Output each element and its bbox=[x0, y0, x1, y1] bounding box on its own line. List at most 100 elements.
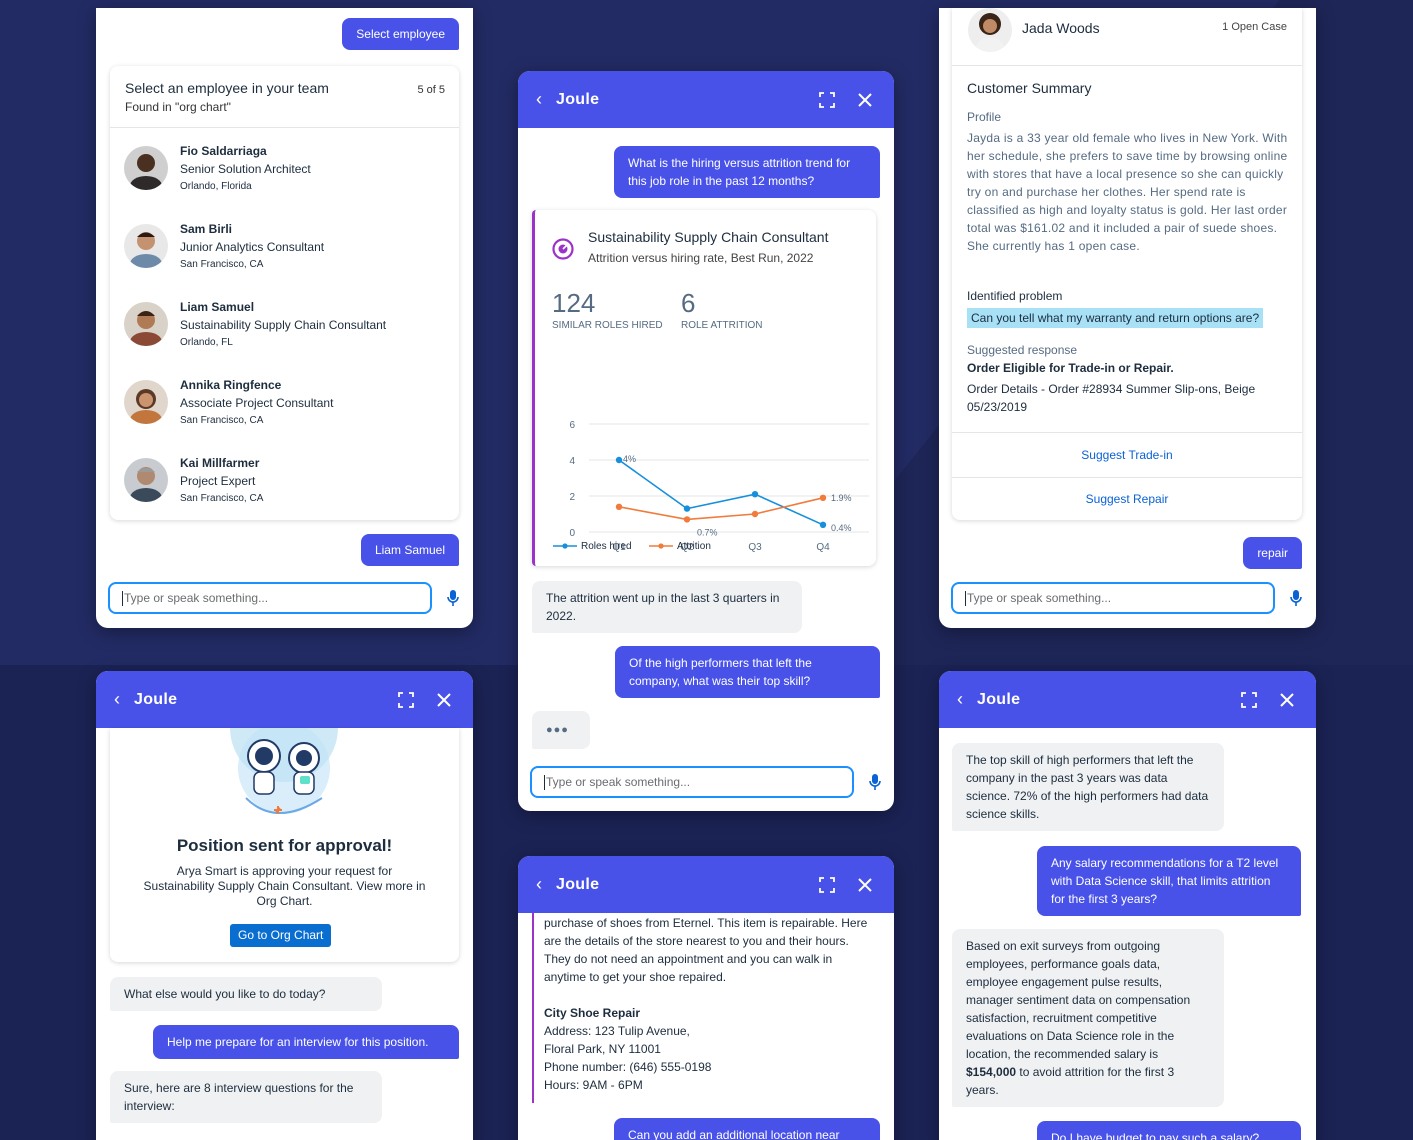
employee-location: Orlando, FL bbox=[180, 337, 233, 348]
back-chevron-icon[interactable]: ‹ bbox=[957, 689, 977, 710]
avatar bbox=[124, 458, 168, 502]
kpi-value-hired: 124 bbox=[552, 288, 596, 318]
bot-message-top-skill: The top skill of high performers that le… bbox=[952, 743, 1224, 831]
header-title: Joule bbox=[556, 875, 600, 893]
response-label: Suggested response bbox=[967, 343, 1078, 357]
text-caret bbox=[544, 774, 545, 790]
joule-header: ‹ Joule bbox=[96, 671, 473, 728]
chart-app-icon bbox=[552, 238, 574, 265]
employee-location: Orlando, Florida bbox=[180, 181, 252, 192]
suggest-trade-in-button[interactable]: Suggest Trade-in bbox=[952, 432, 1302, 477]
legend-swatch-dot bbox=[562, 543, 568, 549]
user-message-location: Can you add an additional location near bbox=[614, 1118, 880, 1140]
employee-item[interactable]: Liam Samuel Sustainability Supply Chain … bbox=[124, 298, 386, 351]
customer-avatar bbox=[968, 8, 1012, 52]
response-bold: Order Eligible for Trade-in or Repair. bbox=[967, 361, 1174, 375]
chat-input[interactable]: Type or speak something... bbox=[530, 766, 854, 798]
input-placeholder: Type or speak something... bbox=[546, 775, 691, 789]
close-icon[interactable] bbox=[854, 89, 876, 111]
employee-item[interactable]: Kai Millfarmer Project Expert San Franci… bbox=[124, 454, 263, 507]
kpi-value-attrition: 6 bbox=[681, 288, 696, 318]
x-tick-label: Q3 bbox=[748, 542, 762, 553]
employee-name: Sam Birli bbox=[180, 222, 233, 236]
employee-name: Liam Samuel bbox=[180, 300, 255, 314]
problem-label: Identified problem bbox=[967, 289, 1063, 303]
customer-name: Jada Woods bbox=[1022, 20, 1100, 36]
expand-icon[interactable] bbox=[395, 689, 417, 711]
employee-role: Project Expert bbox=[180, 474, 256, 488]
go-to-org-chart-button[interactable]: Go to Org Chart bbox=[230, 924, 332, 947]
close-icon[interactable] bbox=[854, 874, 876, 896]
chat-input[interactable]: Type or speak something... bbox=[108, 582, 432, 614]
card-count: 5 of 5 bbox=[417, 84, 445, 96]
expand-icon[interactable] bbox=[1238, 689, 1260, 711]
employee-role: Junior Analytics Consultant bbox=[180, 240, 325, 254]
employee-location: San Francisco, CA bbox=[180, 259, 264, 270]
approval-text: Arya Smart is approving your request for… bbox=[143, 864, 426, 908]
bot-message-salary: Based on exit surveys from outgoing empl… bbox=[952, 929, 1224, 1107]
data-point bbox=[683, 516, 691, 523]
profile-label: Profile bbox=[967, 110, 1002, 124]
employee-role: Sustainability Supply Chain Consultant bbox=[180, 318, 387, 332]
approval-card: Position sent for approval! Arya Smart i… bbox=[110, 722, 459, 962]
data-label: 1.9% bbox=[831, 493, 852, 503]
customer-header: Jada Woods 1 Open Case bbox=[952, 8, 1302, 66]
open-cases: 1 Open Case bbox=[1222, 21, 1287, 33]
close-icon[interactable] bbox=[433, 689, 455, 711]
legend-swatch-dot bbox=[658, 543, 664, 549]
y-tick-label: 4 bbox=[569, 456, 575, 467]
expand-icon[interactable] bbox=[816, 89, 838, 111]
avatar bbox=[124, 146, 168, 190]
problem-text: Can you tell what my warranty and return… bbox=[967, 308, 1264, 328]
employee-item[interactable]: Fio Saldarriaga Senior Solution Architec… bbox=[124, 142, 311, 195]
panel-joule-salary: ‹ Joule The top skill of high performers… bbox=[939, 671, 1316, 1140]
panel-employee-select: Select employee Select an employee in yo… bbox=[96, 8, 473, 628]
close-icon[interactable] bbox=[1276, 689, 1298, 711]
text-caret bbox=[965, 590, 966, 606]
y-tick-label: 6 bbox=[569, 420, 575, 431]
chart-card: Sustainability Supply Chain Consultant A… bbox=[532, 210, 876, 566]
microphone-icon[interactable] bbox=[1281, 589, 1311, 607]
kpi-label-attrition: ROLE ATTRITION bbox=[681, 320, 763, 331]
user-message-budget: Do I have budget to pay such a salary? bbox=[1037, 1121, 1301, 1140]
trend-line-chart: 0246Q1 Q2 Q3 Q44%0.7%1.9%0.4%Roles hired Att… bbox=[553, 420, 869, 553]
microphone-icon[interactable] bbox=[438, 589, 468, 607]
employee-name: Annika Ringfence bbox=[180, 378, 282, 392]
chart-title: Sustainability Supply Chain Consultant bbox=[588, 229, 829, 245]
astronaut-illustration bbox=[226, 722, 342, 837]
back-chevron-icon[interactable]: ‹ bbox=[536, 89, 556, 110]
input-placeholder: Type or speak something... bbox=[124, 591, 269, 605]
response-details: Order Details - Order #28934 Summer Slip… bbox=[967, 382, 1256, 414]
joule-header: ‹ Joule bbox=[518, 856, 894, 913]
y-tick-label: 0 bbox=[569, 528, 575, 539]
input-placeholder: Type or speak something... bbox=[967, 591, 1112, 605]
x-tick-label: Q4 bbox=[816, 542, 830, 553]
data-label: 4% bbox=[623, 454, 636, 464]
microphone-icon[interactable] bbox=[860, 773, 890, 791]
legend-label: Roles hired bbox=[581, 541, 632, 552]
back-chevron-icon[interactable]: ‹ bbox=[536, 874, 556, 895]
employee-list-card: Select an employee in your team Found in… bbox=[110, 66, 459, 520]
employee-location: San Francisco, CA bbox=[180, 415, 264, 426]
employee-item[interactable]: Sam Birli Junior Analytics Consultant Sa… bbox=[124, 220, 324, 273]
typing-indicator: ●●● bbox=[532, 711, 590, 749]
expand-icon[interactable] bbox=[816, 874, 838, 896]
suggest-repair-button[interactable]: Suggest Repair bbox=[952, 477, 1302, 520]
card-subtitle: Found in "org chart" bbox=[125, 100, 231, 114]
joule-header: ‹ Joule bbox=[939, 671, 1316, 728]
chat-input-row: Type or speak something... bbox=[108, 582, 468, 614]
header-title: Joule bbox=[556, 90, 600, 108]
back-chevron-icon[interactable]: ‹ bbox=[114, 689, 134, 710]
employee-item[interactable]: Annika Ringfence Associate Project Consu… bbox=[124, 376, 333, 429]
salary-text-before: Based on exit surveys from outgoing empl… bbox=[966, 939, 1191, 1061]
employee-name: Kai Millfarmer bbox=[180, 456, 260, 470]
kpi-label-hired: SIMILAR ROLES HIRED bbox=[552, 320, 663, 331]
user-question-top-skill: Of the high performers that left the com… bbox=[615, 646, 880, 698]
salary-amount: $154,000 bbox=[966, 1065, 1017, 1079]
employee-role: Senior Solution Architect bbox=[180, 162, 311, 176]
data-label: 0.7% bbox=[697, 527, 718, 537]
header-title: Joule bbox=[977, 690, 1021, 708]
chat-input[interactable]: Type or speak something... bbox=[951, 582, 1275, 614]
panel-joule-approval: ‹ Joule Position sent for approval! Arya… bbox=[96, 671, 473, 1140]
series-line bbox=[618, 459, 824, 526]
